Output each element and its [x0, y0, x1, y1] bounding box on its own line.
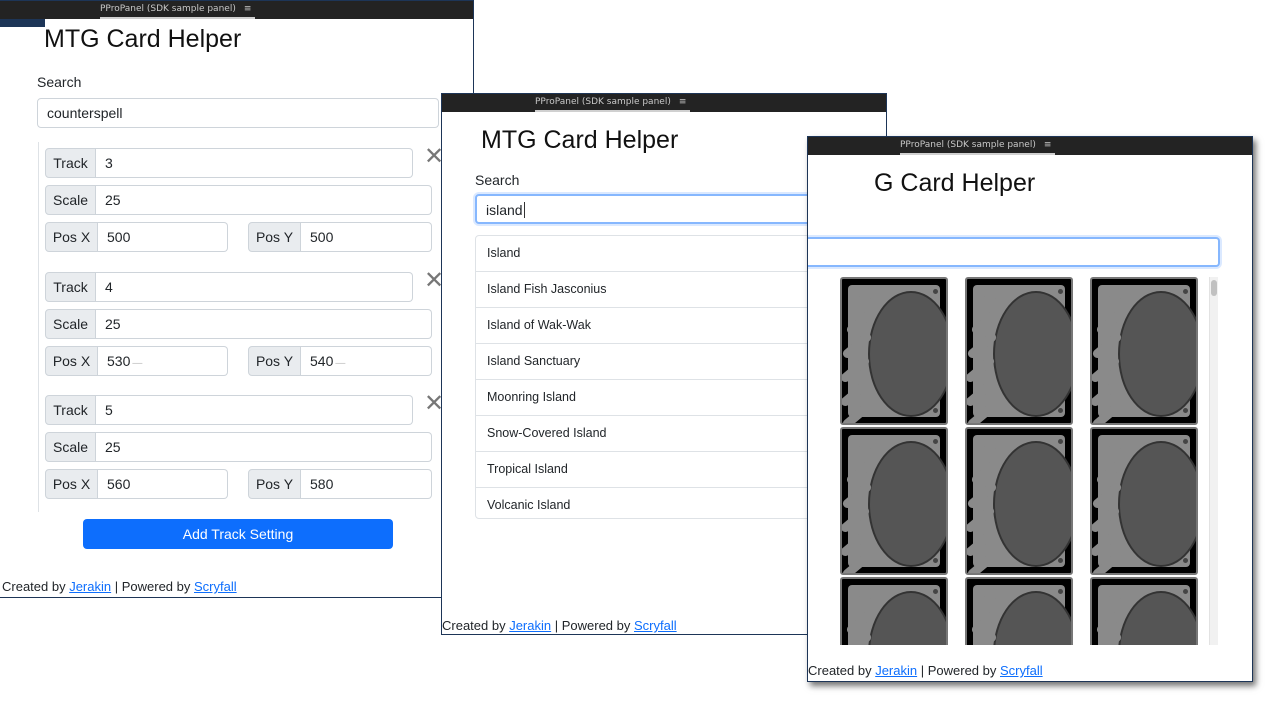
scrollbar-thumb[interactable]: [1211, 280, 1217, 296]
card-image[interactable]: [840, 577, 948, 645]
card-grid: [840, 277, 1210, 645]
posx-addon: Pos X: [45, 346, 98, 376]
scale-addon: Scale: [45, 309, 96, 339]
track-input[interactable]: 3: [96, 148, 413, 178]
panel-tab[interactable]: PProPanel (SDK sample panel) ≡: [535, 94, 691, 112]
card-image[interactable]: [1090, 277, 1198, 425]
result-list-item[interactable]: Moonring Island: [476, 380, 852, 416]
scale-input[interactable]: 25: [96, 432, 432, 462]
result-name: Island Fish Jasconius: [487, 282, 607, 296]
result-list-item[interactable]: Tropical Island: [476, 452, 852, 488]
page-title: MTG Card Helper: [481, 126, 679, 154]
track-group-border: [38, 142, 39, 512]
footer-created-by: Created by: [2, 579, 70, 594]
author-link[interactable]: Jerakin: [509, 618, 551, 633]
track-addon: Track: [45, 272, 96, 302]
panel-titlebar: PProPanel (SDK sample panel) ≡: [0, 1, 473, 19]
track-addon: Track: [45, 148, 96, 178]
add-track-setting-button[interactable]: Add Track Setting: [83, 519, 393, 549]
author-link[interactable]: Jerakin: [875, 663, 917, 678]
result-name: Tropical Island: [487, 462, 568, 476]
panel-menu-icon[interactable]: ≡: [1044, 140, 1052, 150]
posy-value: 540: [310, 353, 334, 369]
result-name: Island: [487, 246, 521, 260]
footer-created-by: Created by: [808, 663, 876, 678]
result-list-item[interactable]: Island of Wak-Wak: [476, 308, 852, 344]
author-link[interactable]: Jerakin: [69, 579, 111, 594]
result-name: Island Sanctuary: [487, 354, 581, 368]
track-input[interactable]: 4: [96, 272, 413, 302]
posy-addon: Pos Y: [248, 469, 301, 499]
panel-tab[interactable]: PProPanel (SDK sample panel) ≡: [900, 137, 1056, 155]
panel-edge-accent: [0, 19, 45, 27]
footer: Created by Jerakin | Powered by Scryfall: [2, 579, 237, 594]
card-image[interactable]: [965, 427, 1073, 575]
track-addon: Track: [45, 395, 96, 425]
search-input[interactable]: [808, 237, 1220, 267]
posy-input[interactable]: 580: [301, 469, 432, 499]
result-name: Volcanic Island: [487, 498, 571, 512]
result-list-item[interactable]: Snow-Covered Island: [476, 416, 852, 452]
result-name: Island of Wak-Wak: [487, 318, 591, 332]
search-value: island: [486, 202, 523, 218]
scale-input[interactable]: 25: [96, 185, 432, 215]
posx-input[interactable]: 560: [98, 469, 228, 499]
card-grid-scrollbar[interactable]: [1209, 277, 1218, 645]
search-input[interactable]: counterspell: [37, 98, 439, 128]
posx-addon: Pos X: [45, 469, 98, 499]
result-list-item[interactable]: Island Fish Jasconius: [476, 272, 852, 308]
card-image[interactable]: [965, 277, 1073, 425]
scryfall-link[interactable]: Scryfall: [1000, 663, 1043, 678]
search-input[interactable]: island: [475, 194, 853, 224]
scryfall-link[interactable]: Scryfall: [634, 618, 677, 633]
posy-input[interactable]: 500: [301, 222, 432, 252]
result-list-item[interactable]: Volcanic Island: [476, 488, 852, 523]
scale-addon: Scale: [45, 185, 96, 215]
result-name: Snow-Covered Island: [487, 426, 607, 440]
posx-input[interactable]: 530—: [98, 346, 228, 376]
footer-created-by: Created by: [442, 618, 510, 633]
panel-tab-label: PProPanel (SDK sample panel): [900, 140, 1036, 150]
card-image[interactable]: [840, 277, 948, 425]
result-list-item[interactable]: Island: [476, 236, 852, 272]
scryfall-link[interactable]: Scryfall: [194, 579, 237, 594]
results-list: Island Island Fish Jasconius Island of Wak…: [475, 235, 853, 519]
panel-card-grid: PProPanel (SDK sample panel) ≡ G Card Hel…: [807, 136, 1253, 682]
card-image[interactable]: [1090, 427, 1198, 575]
posx-addon: Pos X: [45, 222, 98, 252]
panel-menu-icon[interactable]: ≡: [244, 4, 252, 14]
footer-separator: | Powered by: [917, 663, 1000, 678]
panel-tab[interactable]: PProPanel (SDK sample panel) ≡: [100, 1, 256, 19]
posx-input[interactable]: 500: [98, 222, 228, 252]
page-title: MTG Card Helper: [44, 25, 242, 53]
search-label: Search: [37, 74, 82, 90]
result-list-item[interactable]: Island Sanctuary: [476, 344, 852, 380]
footer: Created by Jerakin | Powered by Scryfall: [808, 663, 1043, 678]
posx-value: 530: [107, 353, 131, 369]
card-image[interactable]: [965, 577, 1073, 645]
panel-tab-label: PProPanel (SDK sample panel): [535, 97, 671, 107]
panel-titlebar: PProPanel (SDK sample panel) ≡: [808, 137, 1252, 155]
page-title: G Card Helper: [874, 169, 1036, 197]
card-image[interactable]: [1090, 577, 1198, 645]
posy-addon: Pos Y: [248, 222, 301, 252]
panel-menu-icon[interactable]: ≡: [679, 97, 687, 107]
footer-separator: | Powered by: [111, 579, 194, 594]
footer: Created by Jerakin | Powered by Scryfall: [442, 618, 677, 633]
panel-tab-label: PProPanel (SDK sample panel): [100, 4, 236, 14]
panel-titlebar: PProPanel (SDK sample panel) ≡: [442, 94, 886, 112]
search-label: Search: [475, 172, 520, 188]
scale-addon: Scale: [45, 432, 96, 462]
result-name: Moonring Island: [487, 390, 576, 404]
card-image[interactable]: [840, 427, 948, 575]
footer-separator: | Powered by: [551, 618, 634, 633]
posy-addon: Pos Y: [248, 346, 301, 376]
scale-input[interactable]: 25: [96, 309, 432, 339]
track-input[interactable]: 5: [96, 395, 413, 425]
posy-input[interactable]: 540—: [301, 346, 432, 376]
panel-track-settings: PProPanel (SDK sample panel) ≡ MTG Card H…: [0, 0, 474, 598]
